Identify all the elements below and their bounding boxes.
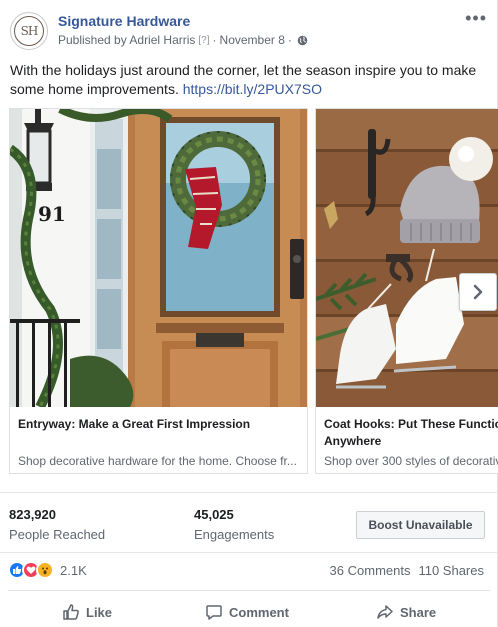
- carousel: 91 Entryway: Make a Great First Impressi…: [0, 108, 498, 474]
- shares-count[interactable]: 110 Shares: [418, 563, 484, 578]
- card-description: Shop decorative hardware for the home. C…: [18, 454, 297, 468]
- entryway-door-image[interactable]: 91: [10, 109, 307, 407]
- carousel-card-entryway[interactable]: 91 Entryway: Make a Great First Impressi…: [9, 108, 308, 474]
- divider: [0, 492, 498, 493]
- post-meta: Published by Adriel Harris [?] · Novembe…: [58, 33, 308, 47]
- help-marker[interactable]: [?]: [198, 35, 209, 46]
- people-reached-value: 823,920: [9, 507, 56, 522]
- page-name-link[interactable]: Signature Hardware: [58, 13, 190, 29]
- page-avatar[interactable]: SH: [10, 12, 48, 50]
- house-number: 91: [38, 202, 66, 226]
- globe-icon[interactable]: [297, 35, 308, 46]
- engagements-value: 45,025: [194, 507, 234, 522]
- more-options-icon[interactable]: •••: [465, 8, 487, 29]
- comment-button[interactable]: Comment: [205, 601, 289, 623]
- comments-count[interactable]: 36 Comments: [330, 563, 411, 578]
- post-text: With the holidays just around the corner…: [10, 61, 490, 99]
- meta-separator: ·: [212, 33, 217, 47]
- boost-button[interactable]: Boost Unavailable: [356, 511, 485, 539]
- coat-hooks-image[interactable]: [316, 109, 498, 407]
- share-label: Share: [400, 604, 437, 620]
- people-reached-label: People Reached: [9, 527, 106, 542]
- post-date[interactable]: November 8: [220, 33, 285, 47]
- thumbs-up-icon: [63, 604, 79, 620]
- card-title[interactable]: Coat Hooks: Put These Functional Pieces …: [324, 416, 498, 450]
- card-title[interactable]: Entryway: Make a Great First Impression: [18, 416, 300, 433]
- comments-shares: 36 Comments 110 Shares: [330, 563, 484, 578]
- like-label: Like: [86, 604, 113, 620]
- engagements-label: Engagements: [194, 527, 275, 542]
- post-card: SH Signature Hardware Published by Adrie…: [0, 0, 498, 627]
- divider: [0, 552, 498, 553]
- comment-label: Comment: [229, 604, 289, 620]
- share-button[interactable]: Share: [376, 601, 436, 623]
- reaction-count: 2.1K: [60, 562, 87, 578]
- like-button[interactable]: Like: [62, 601, 112, 623]
- post-link[interactable]: https://bit.ly/2PUX7SO: [183, 81, 322, 97]
- chevron-right-icon[interactable]: [459, 273, 497, 311]
- comment-icon: [206, 605, 222, 620]
- divider: [8, 590, 490, 591]
- wow-reaction-icon: [36, 561, 54, 579]
- engagements-stat: 45,025 Engagements: [194, 507, 274, 542]
- page-logo: SH: [14, 16, 44, 46]
- published-by[interactable]: Published by Adriel Harris: [58, 33, 195, 47]
- reactions-summary[interactable]: 2.1K: [8, 561, 87, 579]
- share-icon: [377, 605, 393, 619]
- meta-separator-2: ·: [287, 33, 292, 47]
- people-reached-stat: 823,920 People Reached: [9, 507, 105, 542]
- card-description: Shop over 300 styles of decorative hardw…: [324, 454, 498, 468]
